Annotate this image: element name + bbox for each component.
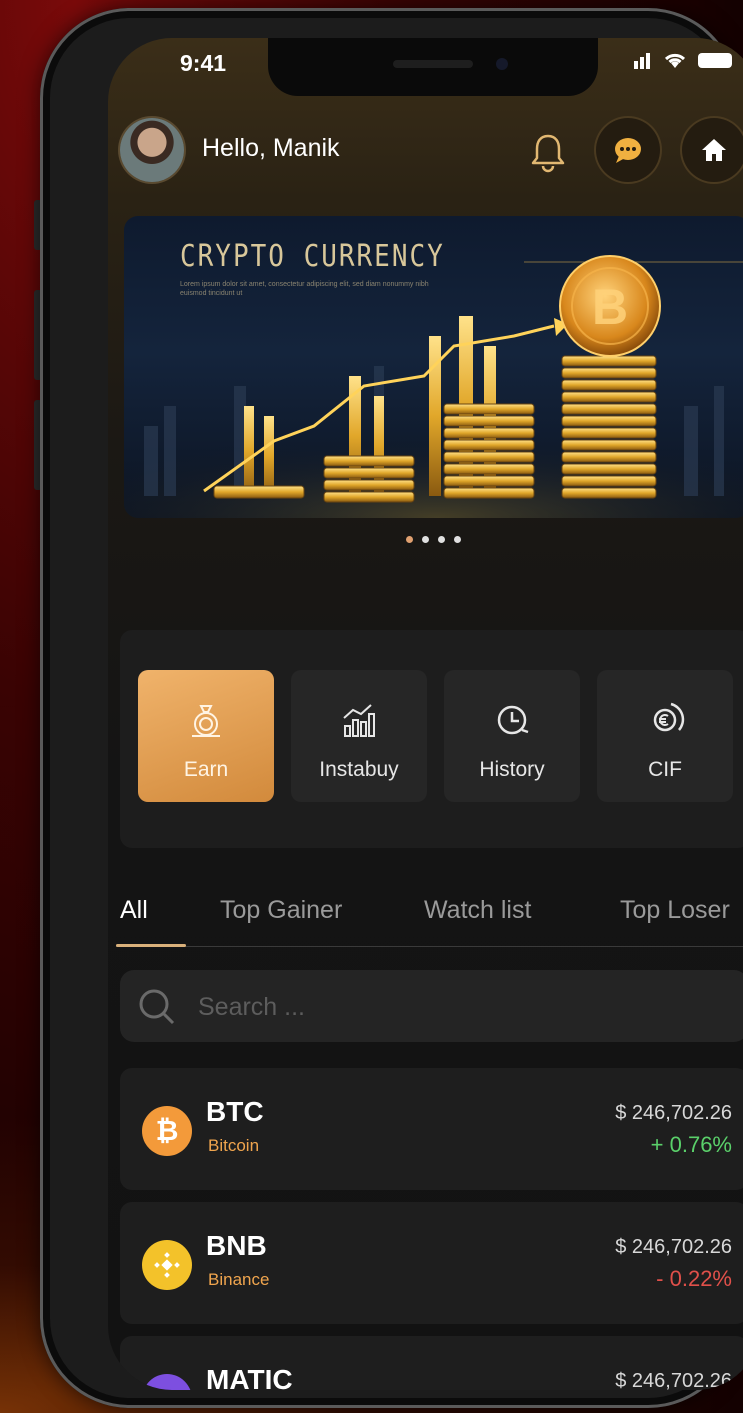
bell-icon[interactable]: [526, 130, 570, 174]
notch: [268, 38, 598, 96]
battery-icon: [698, 52, 732, 68]
cif-label: CIF: [648, 758, 682, 781]
coin-change: - 0.22%: [656, 1266, 732, 1291]
tab-top-loser[interactable]: Top Loser: [620, 896, 730, 925]
clock-history-icon: [497, 705, 529, 735]
promo-banner[interactable]: B CRYPTO CURRENCY Lorem ipsum dolor sit …: [124, 216, 743, 518]
status-icons: [634, 50, 732, 70]
signal-icon: [634, 51, 652, 69]
coin-price: $ 246,702.26: [615, 1236, 732, 1258]
chat-icon: [615, 138, 641, 163]
history-label: History: [479, 758, 545, 781]
carousel-dot[interactable]: [406, 536, 413, 543]
earn-button[interactable]: Earn: [138, 670, 274, 802]
front-camera: [496, 58, 508, 70]
app-screen: 9:41 Hello, Manik B CRYPTO CURRENCY Lore…: [108, 38, 743, 1390]
chat-button[interactable]: [596, 118, 660, 182]
earn-label: Earn: [183, 758, 229, 781]
active-tab-indicator: [116, 944, 186, 947]
coin-price: $ 246,702.26: [615, 1102, 732, 1124]
carousel-dot[interactable]: [454, 536, 461, 543]
history-button[interactable]: History: [444, 670, 580, 802]
tab-top-gainer[interactable]: Top Gainer: [220, 896, 342, 925]
coin-symbol: BTC: [206, 1096, 264, 1127]
search-input[interactable]: [196, 990, 700, 1024]
status-time: 9:41: [180, 50, 227, 76]
greeting-text: Hello, Manik: [202, 134, 340, 162]
carousel-indicator: [406, 536, 461, 543]
banner-subtitle: Lorem ipsum dolor sit amet, consectetur …: [180, 281, 429, 297]
coin-symbol: BNB: [206, 1230, 267, 1261]
instabuy-label: Instabuy: [319, 758, 399, 781]
binance-icon: [142, 1240, 192, 1290]
carousel-dot[interactable]: [422, 536, 429, 543]
coin-row-btc[interactable]: ₿ BTC Bitcoin $ 246,702.26 + 0.76%: [120, 1068, 743, 1190]
speaker: [393, 60, 473, 68]
search-bar[interactable]: [120, 970, 743, 1042]
svg-text:B: B: [592, 279, 628, 335]
tab-watch-list[interactable]: Watch list: [424, 896, 531, 925]
wifi-icon: [664, 53, 686, 68]
quick-actions-panel: Earn Instabuy History CIF: [120, 630, 743, 848]
coin-name: Bitcoin: [208, 1136, 260, 1155]
tabs-divider: [116, 946, 743, 947]
polygon-icon: ∞: [142, 1374, 192, 1390]
tab-all[interactable]: All: [120, 896, 148, 925]
bitcoin-icon: ₿: [142, 1106, 192, 1156]
carousel-dot[interactable]: [438, 536, 445, 543]
phone-frame: 9:41 Hello, Manik B CRYPTO CURRENCY Lore…: [40, 8, 743, 1408]
home-button[interactable]: [682, 118, 743, 182]
coin-price: $ 246,702.26: [615, 1370, 732, 1390]
cif-button[interactable]: CIF: [597, 670, 733, 802]
instabuy-button[interactable]: Instabuy: [291, 670, 427, 802]
home-icon: [702, 139, 726, 161]
coin-change: + 0.76%: [650, 1132, 732, 1157]
banner-title: CRYPTO CURRENCY: [180, 239, 445, 275]
market-tabs: All Top Gainer Watch list Top Loser: [108, 896, 743, 942]
euro-coin-icon: [653, 702, 685, 732]
coin-row-bnb[interactable]: BNB Binance $ 246,702.26 - 0.22%: [120, 1202, 743, 1324]
coin-row-matic[interactable]: ∞ MATIC $ 246,702.26: [120, 1336, 743, 1390]
growth-chart-icon: [343, 704, 375, 737]
coin-symbol: MATIC: [206, 1364, 293, 1390]
avatar[interactable]: [120, 118, 184, 182]
money-bag-icon: [192, 705, 220, 737]
search-icon: [139, 989, 175, 1025]
coin-name: Binance: [208, 1270, 270, 1289]
